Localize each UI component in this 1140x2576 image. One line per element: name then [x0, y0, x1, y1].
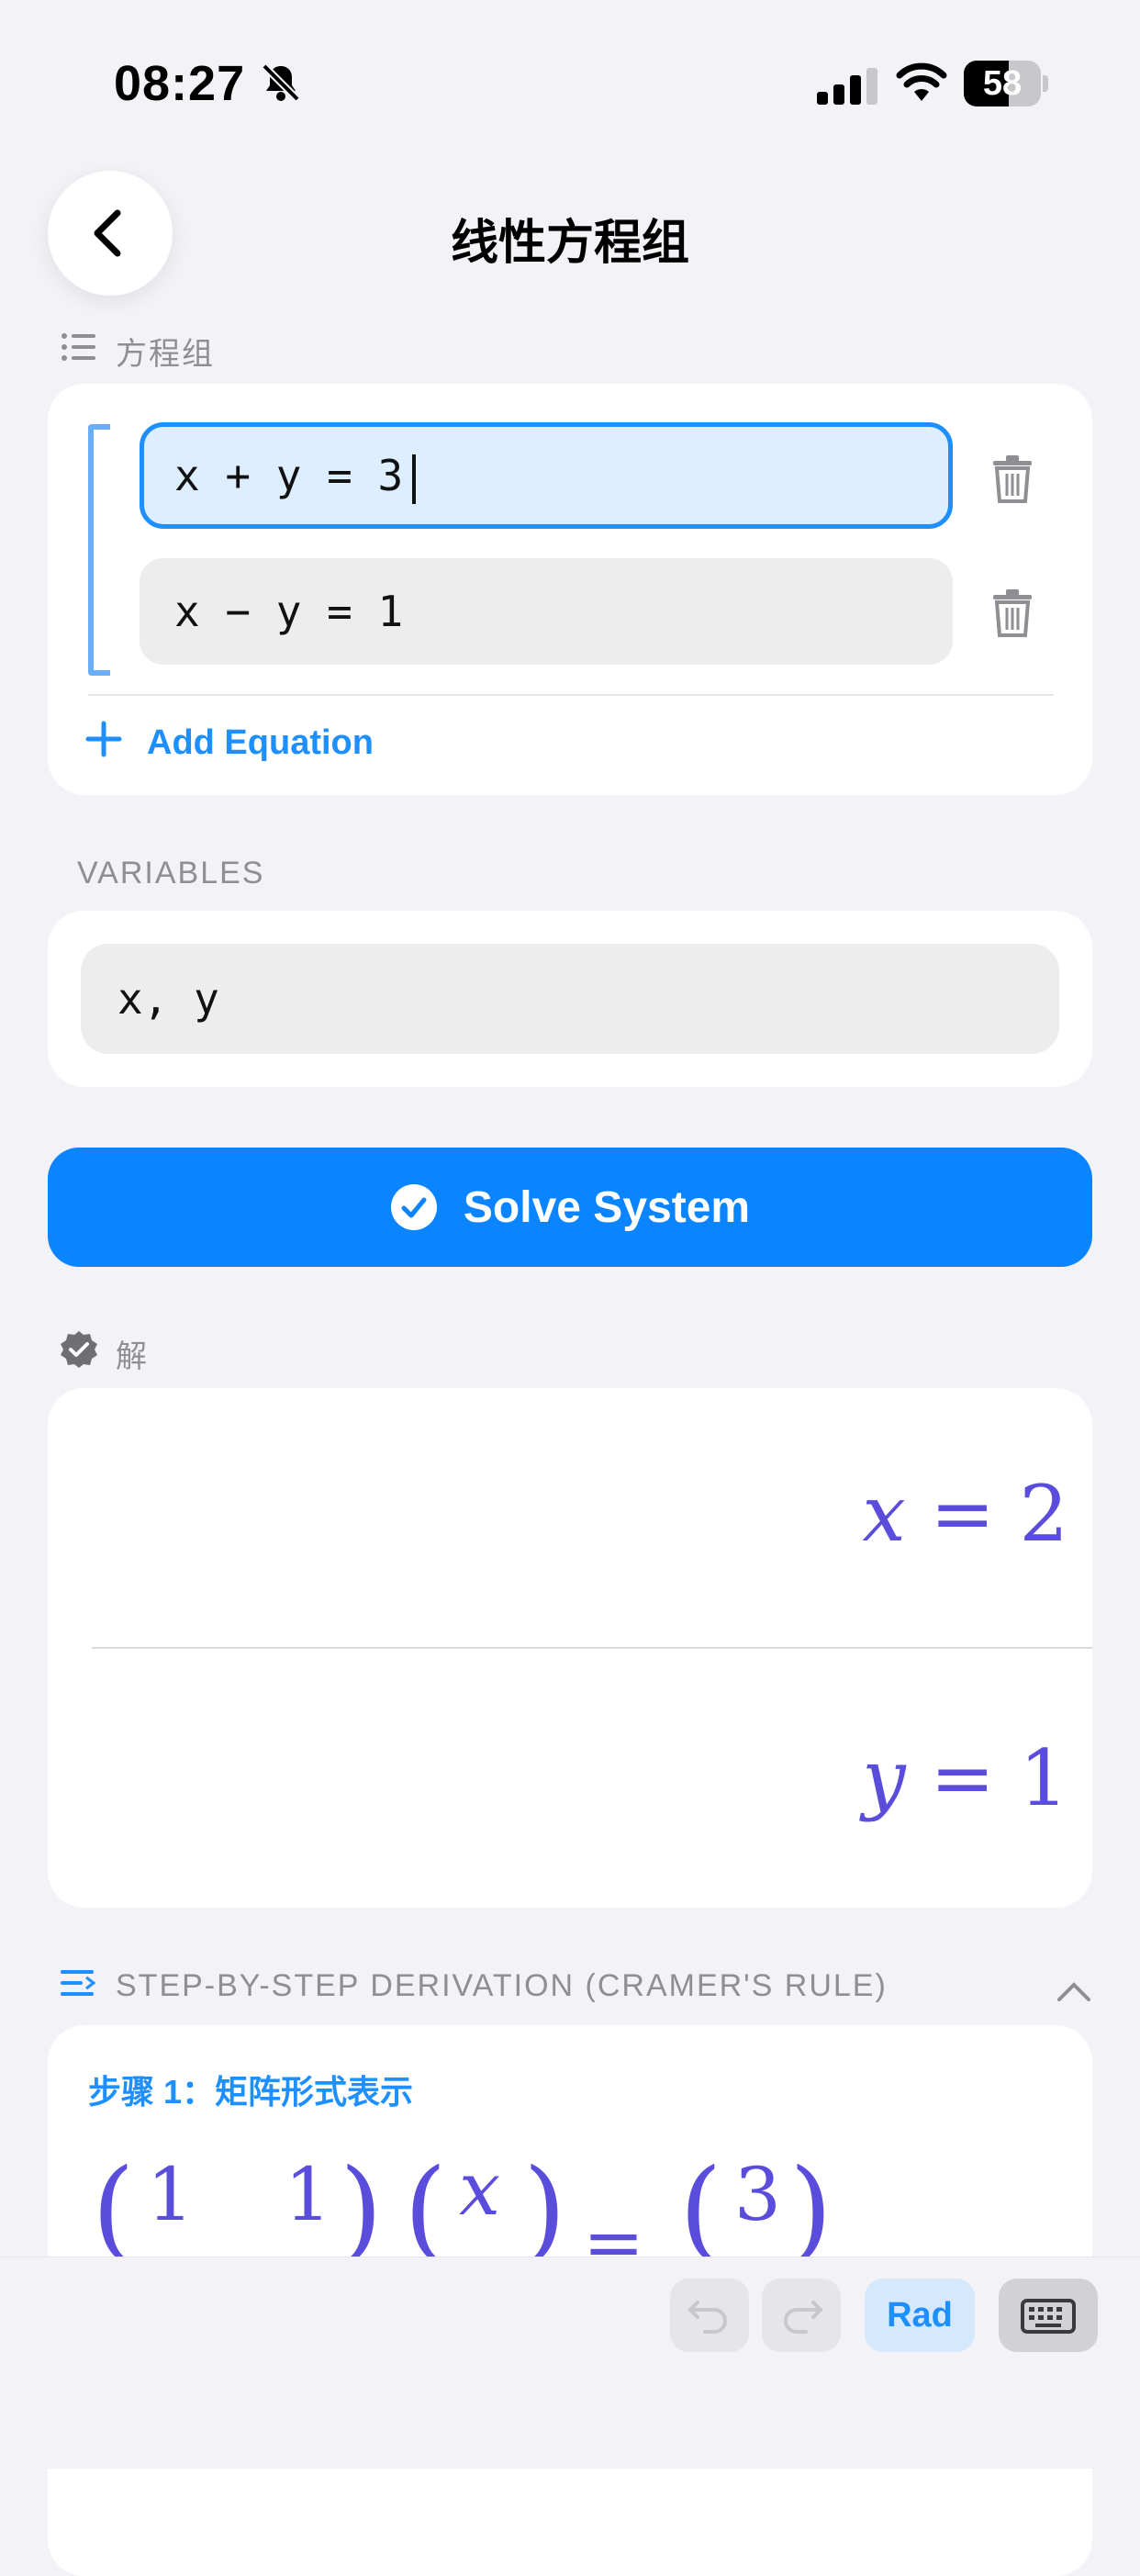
checkmark-seal-icon [59, 1329, 99, 1374]
matrix-equals: = [583, 2200, 644, 2258]
delete-equation-1-button[interactable] [991, 455, 1034, 503]
matrix-a12: 1 [285, 2152, 331, 2237]
matrix-equation: ( 1 1 ) ( x ) = ( 3 ) [92, 2148, 844, 2258]
bell-slash-icon [259, 61, 303, 105]
chevron-up-icon [1057, 1982, 1090, 2001]
equation-input-2[interactable]: x − y = 1 [140, 558, 953, 665]
trash-icon [993, 589, 1032, 637]
equations-section-label: 方程组 [116, 337, 215, 372]
keyboard-icon [1021, 2299, 1076, 2334]
solve-system-label: Solve System [463, 1182, 751, 1232]
matrix-b1: 3 [734, 2152, 781, 2237]
solution-value: 1 [1019, 1733, 1068, 1823]
equation-text-1: x + y = 3 [174, 451, 404, 500]
variables-section-label: VARIABLES [77, 856, 265, 890]
divider [88, 694, 1054, 696]
solution-var: x [862, 1469, 906, 1559]
undo-button[interactable] [670, 2279, 749, 2352]
plus-icon[interactable] [84, 720, 123, 758]
solution-equals: = [930, 1469, 995, 1559]
list-icon [61, 332, 97, 366]
equation-input-1[interactable]: x + y = 3 [140, 422, 953, 529]
solution-section-label: 解 [116, 1339, 149, 1374]
paren: ) [523, 2148, 566, 2258]
battery-level: 58 [982, 64, 1023, 103]
divider [92, 1647, 1092, 1649]
paren: ) [340, 2148, 383, 2258]
equation-text-2: x − y = 1 [174, 587, 404, 636]
paren: ( [679, 2148, 722, 2258]
solve-system-button[interactable]: Solve System [48, 1148, 1092, 1267]
step-1-title: 步骤 1：矩阵形式表示 [88, 2073, 414, 2111]
battery-icon: 58 [964, 61, 1048, 106]
checkmark-circle-icon [390, 1184, 437, 1230]
redo-icon [784, 2301, 823, 2334]
text-caret [412, 454, 417, 504]
keyboard-toggle-button[interactable] [999, 2279, 1098, 2352]
page-title: 线性方程组 [450, 217, 689, 270]
steps-section-label: STEP-BY-STEP DERIVATION (CRAMER'S RULE) [116, 1968, 888, 2003]
solution-var: y [862, 1733, 906, 1823]
undo-icon [687, 2301, 727, 2334]
paren: ( [92, 2148, 135, 2258]
solution-x: x = 2 [862, 1469, 1068, 1559]
paren: ( [404, 2148, 447, 2258]
angle-mode-button[interactable]: Rad [865, 2279, 975, 2352]
wifi-icon [896, 62, 947, 105]
redo-button[interactable] [762, 2279, 841, 2352]
matrix-a11: 1 [147, 2152, 194, 2237]
signal-icon [815, 66, 881, 106]
system-bracket [88, 424, 110, 676]
trash-icon [993, 455, 1032, 503]
add-equation-button[interactable]: Add Equation [147, 723, 374, 763]
solution-value: 2 [1019, 1469, 1068, 1559]
status-time: 08:27 [114, 56, 246, 111]
variables-input[interactable]: x, y [81, 944, 1059, 1054]
paren: ) [789, 2148, 833, 2258]
collapse-button[interactable] [1056, 1979, 1092, 2008]
delete-equation-2-button[interactable] [991, 589, 1034, 637]
solution-equals: = [930, 1733, 995, 1823]
matrix-v1: x [459, 2148, 500, 2232]
steps-icon [59, 1968, 96, 2004]
solution-y: y = 1 [862, 1733, 1068, 1823]
